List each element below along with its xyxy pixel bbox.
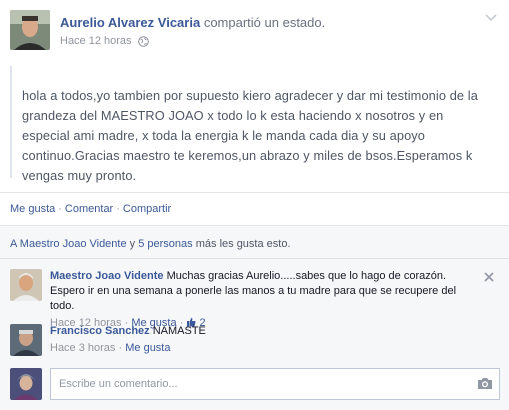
post-header: Aurelio Alvarez Vicaria compartió un est… [10, 10, 500, 52]
share-link[interactable]: Compartir [123, 203, 171, 215]
likers-others-link[interactable]: 5 personas [138, 238, 192, 250]
separator: · [116, 203, 120, 215]
divider [0, 258, 509, 259]
commenter-name-link[interactable]: Maestro Joao Vidente [50, 270, 164, 282]
comment-time[interactable]: Hace 3 horas [50, 342, 115, 354]
separator: · [118, 342, 123, 354]
author-line: Aurelio Alvarez Vicaria compartió un est… [60, 15, 325, 31]
chevron-down-icon[interactable] [484, 12, 498, 22]
separator: · [58, 203, 62, 215]
status-quote: hola a todos,yo tambien por supuesto kie… [10, 66, 500, 183]
close-icon[interactable] [484, 271, 494, 282]
comment-text: NAMASTE [152, 325, 206, 337]
post-actions: Me gusta · Comentar · Compartir [10, 203, 171, 215]
divider [0, 192, 509, 193]
status-body: hola a todos,yo tambien por supuesto kie… [22, 88, 478, 183]
commenter-name-link[interactable]: Francisco Sanchez [50, 325, 150, 337]
comment-composer [10, 368, 500, 400]
comment-body: Maestro Joao Vidente Muchas gracias Aure… [50, 269, 480, 331]
comment-item: Maestro Joao Vidente Muchas gracias Aure… [10, 269, 500, 329]
liker-name-link[interactable]: A Maestro Joao Vidente [10, 238, 127, 250]
commenter-avatar[interactable] [10, 324, 42, 356]
status-link[interactable]: estado. [283, 15, 326, 30]
likes-suffix: más les gusta esto. [195, 238, 291, 250]
feedback-section: A Maestro Joao Vidente y 5 personas más … [0, 225, 509, 410]
post-header-text: Aurelio Alvarez Vicaria compartió un est… [60, 15, 325, 47]
likes-conj: y [129, 238, 136, 250]
comment-body: Francisco Sanchez NAMASTE Hace 3 horas ·… [50, 324, 480, 356]
commenter-avatar[interactable] [10, 269, 42, 301]
comment-input[interactable] [50, 368, 500, 400]
comment-meta: Hace 3 horas · Me gusta [50, 341, 480, 356]
comment-item: Francisco Sanchez NAMASTE Hace 3 horas ·… [10, 324, 500, 358]
author-name-link[interactable]: Aurelio Alvarez Vicaria [60, 15, 200, 30]
comment-link[interactable]: Comentar [65, 203, 113, 215]
viewer-avatar [10, 368, 42, 400]
likes-sentence: A Maestro Joao Vidente y 5 personas más … [10, 238, 291, 250]
action-text: compartió un [203, 15, 279, 30]
comment-like-link[interactable]: Me gusta [125, 342, 170, 354]
camera-icon[interactable] [477, 377, 493, 390]
like-link[interactable]: Me gusta [10, 203, 55, 215]
globe-icon[interactable] [137, 35, 149, 47]
post-meta: Hace 12 horas [60, 35, 325, 47]
post-timestamp[interactable]: Hace 12 horas [60, 35, 132, 47]
author-avatar[interactable] [10, 10, 50, 50]
